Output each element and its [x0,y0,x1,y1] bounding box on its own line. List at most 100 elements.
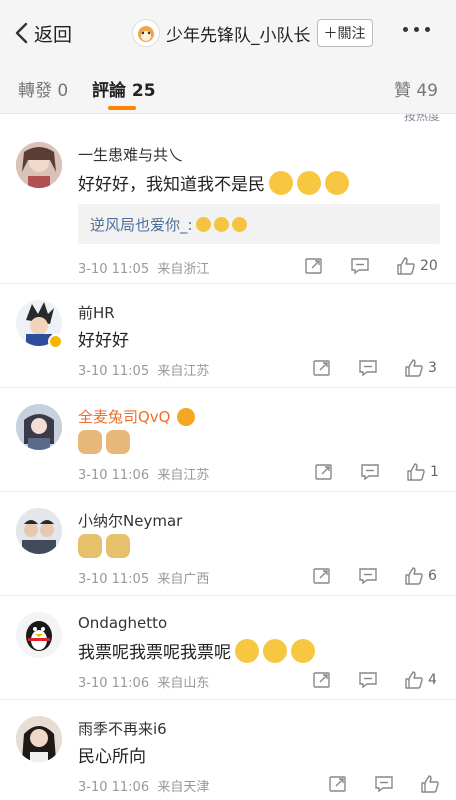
comment-button[interactable] [360,462,380,482]
comment-username[interactable]: 前HR [78,302,115,323]
comment-icon [361,464,379,481]
like-button[interactable]: 1 [406,462,439,482]
like-count: 20 [420,258,438,274]
back-arrow-icon [15,22,28,44]
comment-item: Ondaghetto 我票呢我票呢我票呢 3-10 11:06 来自山东 4 [0,596,456,700]
avatar[interactable] [16,612,62,658]
comment-item: 前HR 好好好 3-10 11:05 来自江苏 3 [0,284,456,388]
comment-item: 雨季不再来i6 民心所向 3-10 11:06 来自天津 [0,700,456,800]
like-count: 4 [428,672,437,688]
dog-emoji-icon [106,534,130,558]
comment-button[interactable] [350,256,370,276]
emoji-icon [231,216,247,232]
like-button[interactable]: 4 [404,670,437,690]
comment-username[interactable]: 全麦兔司QvQ [78,406,195,427]
comment-username[interactable]: 小纳尔Neymar [78,510,182,531]
comment-list: 一生患难与共乀 好好好，我知道我不是民 逆风局也爱你_: 3-10 11:05 … [0,124,456,800]
repost-icon [313,672,330,688]
comment-time: 3-10 11:06 [78,468,150,483]
comment-icon [359,568,377,585]
reply-author[interactable]: 逆风局也爱你_: [90,214,193,235]
blog-author-name[interactable]: 少年先锋队_小队长 [166,21,311,46]
comment-meta: 3-10 11:05 来自广西 [78,568,209,587]
repost-button[interactable] [304,256,324,276]
comment-text-content: 民心所向 [78,747,146,767]
comment-button[interactable] [358,670,378,690]
heart-eyes-emoji-icon [176,407,195,426]
back-button[interactable]: 返回 [14,18,72,48]
comment-text [78,534,130,558]
avatar[interactable] [16,716,62,762]
like-icon [405,671,423,689]
crying-emoji-icon [263,638,287,663]
like-icon [397,257,415,275]
comment-button[interactable] [358,358,378,378]
follow-button[interactable]: ＋關注 [316,19,373,47]
like-icon [405,359,423,377]
comment-icon [351,258,369,275]
verified-badge-icon [48,334,63,349]
more-icon[interactable] [403,27,430,32]
comment-item: 一生患难与共乀 好好好，我知道我不是民 逆风局也爱你_: 3-10 11:05 … [0,124,456,284]
repost-button[interactable] [312,670,332,690]
comment-time: 3-10 11:05 [78,262,150,277]
comment-text: 好好好 [78,326,129,351]
like-count: 3 [428,360,437,376]
comment-username[interactable]: Ondaghetto [78,614,167,632]
comment-time: 3-10 11:05 [78,364,150,379]
comment-time: 3-10 11:06 [78,780,150,795]
comment-meta: 3-10 11:05 来自江苏 [78,360,209,379]
blog-author: 少年先锋队_小队长 ＋關注 [132,18,373,48]
repost-button[interactable] [312,566,332,586]
comment-icon [359,672,377,689]
emoji-icon [195,216,211,232]
reply-preview[interactable]: 逆风局也爱你_: [78,204,440,244]
tab-bar: 轉發 0 評論 25 贊 49 [0,64,456,114]
comment-meta: 3-10 11:06 来自天津 [78,776,209,795]
tab-comments[interactable]: 評論 25 [92,76,156,101]
emoji-icon [269,170,293,195]
back-label: 返回 [34,23,73,46]
comment-text: 我票呢我票呢我票呢 [78,638,315,663]
comment-button[interactable] [374,774,394,794]
comment-location: 来自天津 [157,780,210,795]
like-button[interactable] [420,774,444,794]
emoji-icon [213,216,229,232]
like-icon [421,775,439,793]
like-button[interactable]: 3 [404,358,437,378]
active-tab-indicator [108,106,136,110]
repost-icon [313,568,330,584]
blog-author-avatar[interactable] [132,19,160,47]
comment-username-text: 全麦兔司QvQ [78,408,171,426]
comment-location: 来自浙江 [157,262,210,277]
top-nav-bar: 返回 少年先锋队_小队长 ＋關注 [0,0,456,64]
like-button[interactable]: 20 [396,256,438,276]
repost-button[interactable] [328,774,348,794]
repost-icon [313,360,330,376]
repost-button[interactable] [312,358,332,378]
emoji-icon [325,170,349,195]
cat-emoji-icon [106,430,130,454]
avatar[interactable] [16,142,62,188]
repost-icon [329,776,346,792]
comment-text: 民心所向 [78,742,146,767]
crying-emoji-icon [291,638,315,663]
avatar[interactable] [16,404,62,450]
comment-time: 3-10 11:06 [78,676,150,691]
comment-text [78,430,130,454]
repost-button[interactable] [314,462,334,482]
like-icon [407,463,425,481]
comment-location: 来自江苏 [157,468,210,483]
dog-emoji-icon [78,534,102,558]
comment-button[interactable] [358,566,378,586]
like-button[interactable]: 6 [404,566,437,586]
comment-username[interactable]: 一生患难与共乀 [78,144,183,165]
comment-location: 来自广西 [157,572,210,587]
sort-toggle[interactable]: 按热度 [404,114,440,122]
cat-emoji-icon [78,430,102,454]
avatar[interactable] [16,508,62,554]
tab-repost[interactable]: 轉發 0 [18,76,68,101]
comment-username[interactable]: 雨季不再来i6 [78,718,167,739]
tab-likes[interactable]: 贊 49 [394,76,438,101]
crying-emoji-icon [235,638,259,663]
